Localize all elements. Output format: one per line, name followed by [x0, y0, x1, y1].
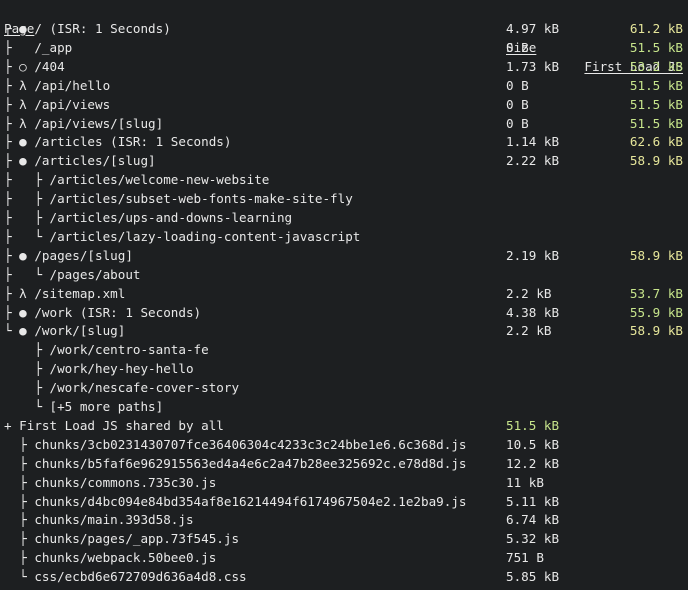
- shared-summary-row: + First Load JS shared by all 51.5 kB: [0, 416, 688, 435]
- route-row: └ ● /work/[slug] 2.2 kB 58.9 kB: [0, 321, 688, 340]
- route-path: ┌ ● / (ISR: 1 Seconds): [4, 21, 171, 36]
- chunk-size: 5.11 kB: [506, 493, 560, 509]
- route-row: ┌ ● / (ISR: 1 Seconds) 4.97 kB 61.2 kB: [0, 19, 688, 38]
- terminal-output: Page Size First Load JS ┌ ● / (ISR: 1 Se…: [0, 0, 688, 590]
- chunk-size: 5.85 kB: [506, 569, 560, 585]
- route-row: ├ λ /api/views/[slug] 0 B 51.5 kB: [0, 114, 688, 133]
- chunk-size: 11 kB: [506, 474, 544, 490]
- route-row: ├ ● /articles (ISR: 1 Seconds) 1.14 kB 62.…: [0, 132, 688, 151]
- route-row: ├ ● /pages/[slug] 2.19 kB 58.9 kB: [0, 246, 688, 265]
- chunk-row: ├ chunks/webpack.50bee0.js 751 B: [0, 548, 688, 567]
- route-first-load: 51.5 kB: [629, 115, 683, 131]
- route-first-load: 51.5 kB: [629, 77, 683, 93]
- chunk-row: ├ chunks/main.393d58.js 6.74 kB: [0, 510, 688, 529]
- route-first-load: 61.2 kB: [629, 21, 683, 36]
- route-first-load: 51.5 kB: [629, 39, 683, 55]
- route-row: ├ ├ /articles/ups-and-downs-learning: [0, 208, 688, 227]
- chunk-size: 5.32 kB: [506, 531, 560, 547]
- route-path: ├ λ /sitemap.xml: [4, 285, 126, 301]
- route-path: ├ /work/nescafe-cover-story: [4, 380, 240, 396]
- route-first-load: 58.9 kB: [629, 247, 683, 263]
- route-path: ├ ● /pages/[slug]: [4, 247, 133, 263]
- route-size: 0 B: [506, 115, 529, 131]
- chunk-name: ├ chunks/b5faf6e962915563ed4a4e6c2a47b28…: [4, 455, 467, 471]
- chunk-name: ├ chunks/commons.735c30.js: [4, 474, 217, 490]
- route-size: 4.97 kB: [506, 21, 560, 36]
- route-size: 4.38 kB: [506, 304, 560, 320]
- route-path: ├ ○ /404: [4, 58, 65, 74]
- chunk-size: 751 B: [506, 550, 544, 566]
- route-row: ├ λ /sitemap.xml 2.2 kB 53.7 kB: [0, 284, 688, 303]
- chunk-row: ├ chunks/commons.735c30.js 11 kB: [0, 473, 688, 492]
- route-row: ├ /_app 0 B 51.5 kB: [0, 38, 688, 57]
- route-path: ├ /work/hey-hey-hello: [4, 361, 194, 377]
- route-row: ├ λ /api/hello 0 B 51.5 kB: [0, 76, 688, 95]
- chunk-row: ├ chunks/pages/_app.73f545.js 5.32 kB: [0, 529, 688, 548]
- route-path: ├ /_app: [4, 39, 73, 55]
- chunk-size: 6.74 kB: [506, 512, 560, 528]
- route-first-load: 58.9 kB: [629, 153, 683, 169]
- route-row: ├ ● /articles/[slug] 2.22 kB 58.9 kB: [0, 151, 688, 170]
- route-size: 0 B: [506, 39, 529, 55]
- route-size: 2.22 kB: [506, 153, 560, 169]
- route-path: ├ ● /articles/[slug]: [4, 153, 156, 169]
- route-row: ├ ├ /articles/subset-web-fonts-make-site…: [0, 189, 688, 208]
- route-path: ├ /work/centro-santa-fe: [4, 342, 209, 358]
- route-path: ├ λ /api/views: [4, 96, 111, 112]
- chunk-size: 10.5 kB: [506, 436, 560, 452]
- route-first-load: 53.7 kB: [629, 285, 683, 301]
- shared-label: + First Load JS shared by all: [4, 417, 224, 433]
- chunk-name: ├ chunks/d4bc094e84bd354af8e16214494f617…: [4, 493, 467, 509]
- header-row: Page Size First Load JS: [0, 0, 688, 74]
- chunk-name: ├ chunks/3cb0231430707fce36406304c4233c3…: [4, 436, 467, 452]
- route-size: 2.2 kB: [506, 323, 552, 339]
- route-path: ├ ├ /articles/subset-web-fonts-make-site…: [4, 191, 353, 207]
- route-size: 0 B: [506, 96, 529, 112]
- route-row: └ [+5 more paths]: [0, 397, 688, 416]
- route-first-load: 51.5 kB: [629, 96, 683, 112]
- route-path: └ ● /work/[slug]: [4, 323, 126, 339]
- chunk-row: ├ chunks/b5faf6e962915563ed4a4e6c2a47b28…: [0, 454, 688, 473]
- chunk-name: ├ chunks/webpack.50bee0.js: [4, 550, 217, 566]
- route-path: ├ λ /api/views/[slug]: [4, 115, 164, 131]
- chunk-size: 12.2 kB: [506, 455, 560, 471]
- route-path: ├ ├ /articles/welcome-new-website: [4, 172, 270, 188]
- shared-value: 51.5 kB: [506, 417, 560, 433]
- route-path: ├ └ /pages/about: [4, 266, 141, 282]
- route-path: ├ ├ /articles/ups-and-downs-learning: [4, 210, 293, 225]
- route-row: ├ ○ /404 1.73 kB 53.2 kB: [0, 57, 688, 76]
- route-row: ├ └ /pages/about: [0, 265, 688, 284]
- route-size: 2.2 kB: [506, 285, 552, 301]
- route-size: 0 B: [506, 77, 529, 93]
- route-size: 1.14 kB: [506, 134, 560, 150]
- route-size: 2.19 kB: [506, 247, 560, 263]
- route-row: ├ /work/hey-hey-hello: [0, 359, 688, 378]
- chunk-name: ├ chunks/pages/_app.73f545.js: [4, 531, 240, 547]
- route-first-load: 58.9 kB: [629, 323, 683, 339]
- route-size: 1.73 kB: [506, 58, 560, 74]
- route-path: ├ ● /work (ISR: 1 Seconds): [4, 304, 202, 320]
- route-row: ├ └ /articles/lazy-loading-content-javas…: [0, 227, 688, 246]
- chunk-row: ├ chunks/d4bc094e84bd354af8e16214494f617…: [0, 492, 688, 511]
- route-row: ├ /work/centro-santa-fe: [0, 340, 688, 359]
- route-path: ├ └ /articles/lazy-loading-content-javas…: [4, 228, 361, 244]
- chunk-row: └ css/ecbd6e672709d636a4d8.css 5.85 kB: [0, 567, 688, 586]
- route-row: ├ /work/nescafe-cover-story: [0, 378, 688, 397]
- chunk-name: └ css/ecbd6e672709d636a4d8.css: [4, 569, 247, 585]
- route-first-load: 62.6 kB: [629, 134, 683, 150]
- chunk-name: ├ chunks/main.393d58.js: [4, 512, 194, 528]
- route-path: ├ λ /api/hello: [4, 77, 111, 93]
- chunk-row: ├ chunks/3cb0231430707fce36406304c4233c3…: [0, 435, 688, 454]
- route-path: ├ ● /articles (ISR: 1 Seconds): [4, 134, 232, 150]
- route-first-load: 53.2 kB: [629, 58, 683, 74]
- route-row: ├ λ /api/views 0 B 51.5 kB: [0, 95, 688, 114]
- route-first-load: 55.9 kB: [629, 304, 683, 320]
- route-row: ├ ● /work (ISR: 1 Seconds) 4.38 kB 55.9 kB: [0, 303, 688, 322]
- route-path: └ [+5 more paths]: [4, 399, 164, 414]
- route-row: ├ ├ /articles/welcome-new-website: [0, 170, 688, 189]
